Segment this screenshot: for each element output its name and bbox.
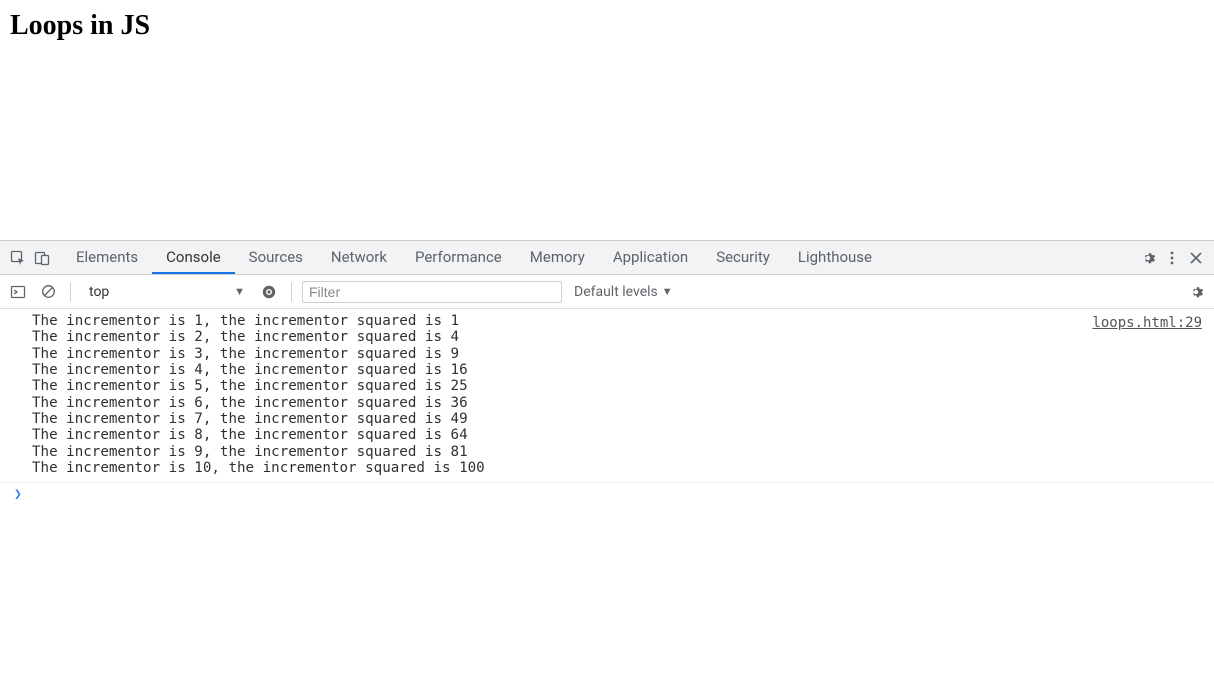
inspect-element-icon[interactable] (6, 246, 30, 270)
device-toolbar-icon[interactable] (30, 246, 54, 270)
console-sidebar-toggle-icon[interactable] (6, 280, 30, 304)
console-prompt[interactable]: ❯ (0, 482, 1214, 506)
execution-context-selector[interactable]: top ▼ (81, 280, 251, 304)
filter-input[interactable] (302, 281, 562, 303)
page-title: Loops in JS (10, 10, 1204, 42)
tab-security[interactable]: Security (702, 241, 784, 274)
console-log-entry: The incrementor is 1, the incrementor sq… (0, 313, 1214, 476)
devtools-panel: Elements Console Sources Network Perform… (0, 240, 1214, 680)
devtools-tabbar: Elements Console Sources Network Perform… (0, 241, 1214, 275)
clear-console-icon[interactable] (36, 280, 60, 304)
tab-network[interactable]: Network (317, 241, 401, 274)
tab-application[interactable]: Application (599, 241, 702, 274)
console-settings-icon[interactable] (1184, 280, 1208, 304)
prompt-chevron-icon: ❯ (14, 487, 22, 502)
live-expression-icon[interactable] (257, 280, 281, 304)
tab-console[interactable]: Console (152, 241, 235, 274)
source-link[interactable]: loops.html:29 (1092, 315, 1202, 331)
console-log-lines: The incrementor is 1, the incrementor sq… (32, 313, 485, 476)
more-options-icon[interactable] (1160, 246, 1184, 270)
tab-elements[interactable]: Elements (62, 241, 152, 274)
tab-lighthouse[interactable]: Lighthouse (784, 241, 886, 274)
tab-performance[interactable]: Performance (401, 241, 516, 274)
page-content: Loops in JS (0, 0, 1214, 240)
close-devtools-icon[interactable] (1184, 246, 1208, 270)
console-toolbar: top ▼ Default levels ▼ (0, 275, 1214, 309)
chevron-down-icon: ▼ (662, 285, 673, 298)
tab-memory[interactable]: Memory (516, 241, 599, 274)
tab-sources[interactable]: Sources (235, 241, 317, 274)
console-body: The incrementor is 1, the incrementor sq… (0, 309, 1214, 680)
log-levels-selector[interactable]: Default levels ▼ (568, 280, 679, 304)
toolbar-divider (70, 282, 71, 302)
chevron-down-icon: ▼ (234, 285, 245, 298)
toolbar-divider (291, 282, 292, 302)
settings-icon[interactable] (1136, 246, 1160, 270)
context-label: top (89, 284, 109, 300)
devtools-tabs-container: Elements Console Sources Network Perform… (62, 241, 886, 274)
levels-label: Default levels (574, 284, 658, 300)
